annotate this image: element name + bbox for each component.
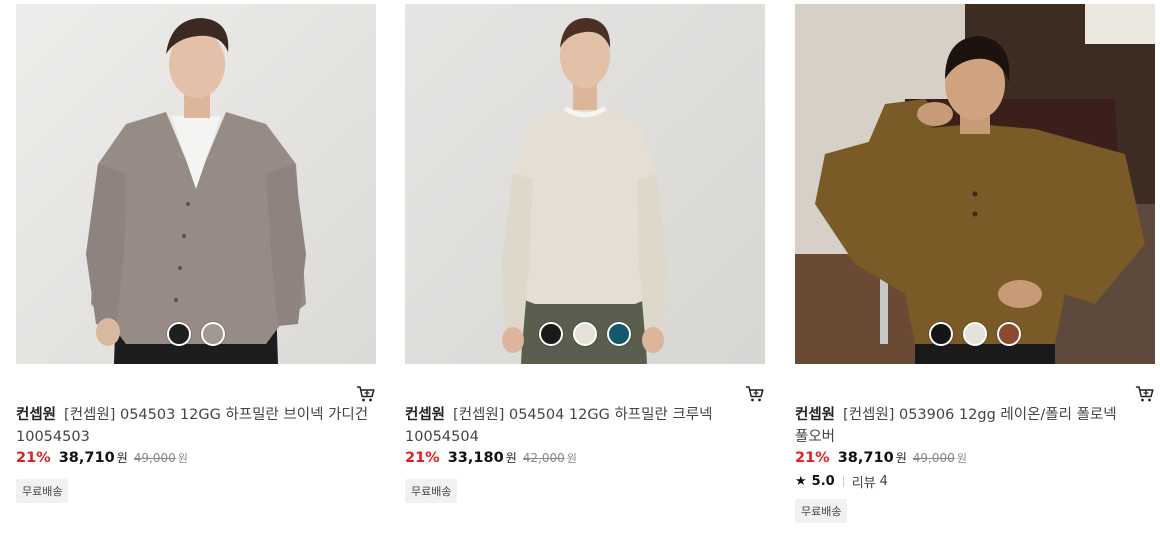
- original-price: 49,000: [133, 451, 176, 465]
- star-icon: ★: [795, 473, 807, 489]
- free-shipping-badge: 무료배송: [405, 479, 458, 503]
- product-card[interactable]: 컨셉원 [컨셉원] 053906 12gg 레이온/폴리 폴로넥 풀오버 21% …: [795, 4, 1155, 523]
- color-swatch[interactable]: [539, 322, 563, 346]
- discount-rate: 21%: [405, 450, 440, 466]
- product-title[interactable]: 컨셉원 [컨셉원] 054503 12GG 하프밀란 브이넥 가디건 100545…: [16, 404, 376, 448]
- free-shipping-badge: 무료배송: [795, 499, 848, 523]
- color-swatches: [405, 322, 765, 346]
- brand-name: 컨셉원: [795, 407, 836, 423]
- divider: [842, 475, 844, 487]
- review-label[interactable]: 리뷰: [852, 472, 876, 491]
- brand-name: 컨셉원: [405, 407, 446, 423]
- color-swatch[interactable]: [201, 322, 225, 346]
- color-swatches: [795, 322, 1155, 346]
- brand-name: 컨셉원: [16, 407, 57, 423]
- color-swatch[interactable]: [167, 322, 191, 346]
- cart-icon: [1135, 386, 1154, 402]
- color-swatches: [16, 322, 376, 346]
- sale-price: 33,180: [447, 450, 504, 466]
- color-swatch[interactable]: [997, 322, 1021, 346]
- review-count[interactable]: 4: [880, 474, 888, 489]
- price-row: 21% 38,710 원 49,000 원: [795, 449, 1155, 471]
- discount-rate: 21%: [795, 450, 830, 466]
- rating-value: 5.0: [811, 473, 835, 489]
- product-name: [컨셉원] 054503 12GG 하프밀란 브이넥 가디건 10054503: [16, 407, 369, 445]
- review-row: ★ 5.0 리뷰 4: [795, 471, 1155, 491]
- sale-price: 38,710: [837, 450, 894, 466]
- color-swatch[interactable]: [573, 322, 597, 346]
- color-swatch[interactable]: [963, 322, 987, 346]
- currency: 원: [116, 451, 128, 465]
- original-price: 42,000: [522, 451, 565, 465]
- cart-row: [405, 364, 765, 404]
- original-currency: 원: [566, 452, 577, 465]
- currency: 원: [505, 451, 517, 465]
- product-title[interactable]: 컨셉원 [컨셉원] 053906 12gg 레이온/폴리 폴로넥 풀오버: [795, 404, 1155, 448]
- price-row: 21% 33,180 원 42,000 원: [405, 449, 765, 471]
- add-to-cart-button[interactable]: [356, 384, 376, 404]
- currency: 원: [895, 451, 907, 465]
- product-image[interactable]: [405, 4, 765, 364]
- cart-icon: [745, 386, 764, 402]
- product-title[interactable]: 컨셉원 [컨셉원] 054504 12GG 하프밀란 크루넥 10054504: [405, 404, 765, 448]
- product-card[interactable]: 컨셉원 [컨셉원] 054503 12GG 하프밀란 브이넥 가디건 100545…: [16, 4, 376, 503]
- product-name: [컨셉원] 053906 12gg 레이온/폴리 폴로넥 풀오버: [795, 407, 1117, 445]
- product-photo: [16, 4, 376, 364]
- product-name: [컨셉원] 054504 12GG 하프밀란 크루넥 10054504: [405, 407, 713, 445]
- cart-row: [795, 364, 1155, 404]
- price-row: 21% 38,710 원 49,000 원: [16, 449, 376, 471]
- discount-rate: 21%: [16, 450, 51, 466]
- sale-price: 38,710: [58, 450, 115, 466]
- cart-icon: [356, 386, 375, 402]
- original-currency: 원: [956, 452, 967, 465]
- cart-row: [16, 364, 376, 404]
- add-to-cart-button[interactable]: [745, 384, 765, 404]
- add-to-cart-button[interactable]: [1135, 384, 1155, 404]
- product-photo: [795, 4, 1155, 364]
- product-card[interactable]: 컨셉원 [컨셉원] 054504 12GG 하프밀란 크루넥 10054504 2…: [405, 4, 765, 503]
- product-grid: 컨셉원 [컨셉원] 054503 12GG 하프밀란 브이넥 가디건 100545…: [0, 0, 1160, 535]
- product-image[interactable]: [16, 4, 376, 364]
- original-currency: 원: [177, 452, 188, 465]
- color-swatch[interactable]: [607, 322, 631, 346]
- product-image[interactable]: [795, 4, 1155, 364]
- free-shipping-badge: 무료배송: [16, 479, 69, 503]
- color-swatch[interactable]: [929, 322, 953, 346]
- product-photo: [405, 4, 765, 364]
- original-price: 49,000: [912, 451, 955, 465]
